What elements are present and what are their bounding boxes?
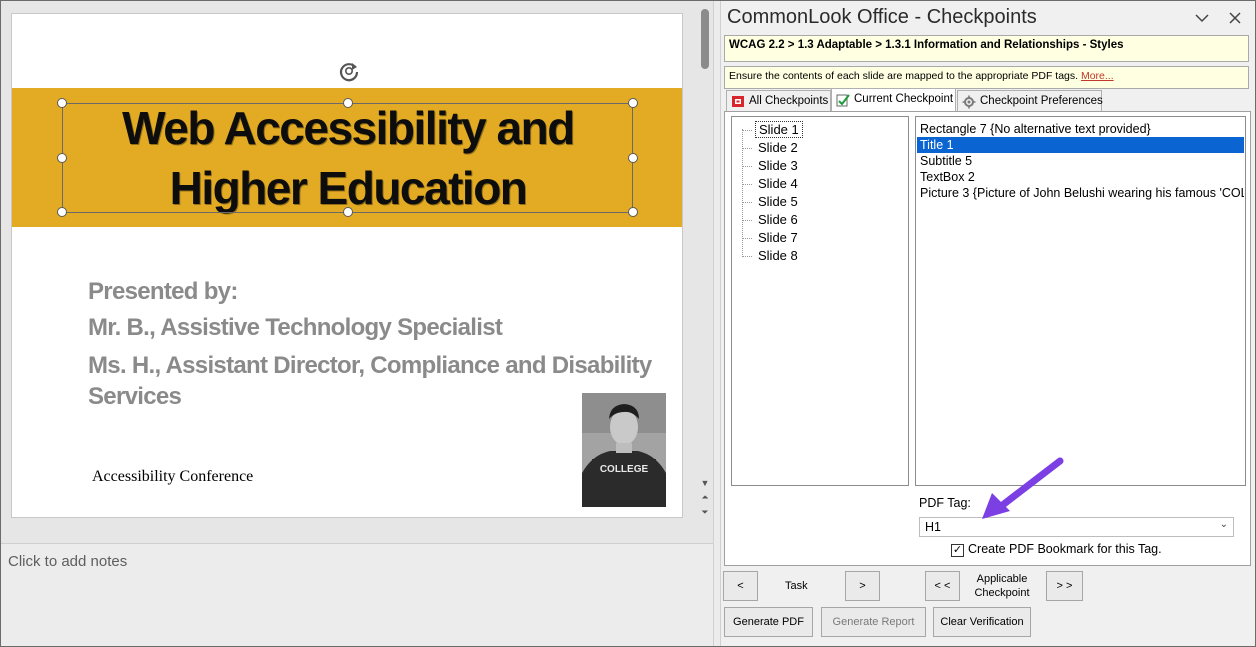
chevron-down-icon: ⌄ [1219, 519, 1228, 530]
tab-checkpoint-preferences[interactable]: Checkpoint Preferences [957, 90, 1103, 111]
title-selection-box [62, 103, 633, 213]
previous-slide-icon[interactable]: ⏶ [698, 491, 712, 503]
pane-splitter[interactable] [713, 1, 721, 646]
tree-item-label: Slide 3 [758, 158, 798, 173]
resize-handle-top-left[interactable] [57, 98, 67, 108]
next-slide-icon[interactable]: ⏷ [698, 506, 712, 518]
notes-pane[interactable]: Click to add notes [1, 543, 713, 646]
tree-item-label: Slide 7 [758, 230, 798, 245]
pdf-tag-select[interactable]: H1 ⌄ [919, 517, 1234, 537]
list-item-picture-3[interactable]: Picture 3 {Picture of John Belushi weari… [917, 185, 1244, 201]
tree-item-label: Slide 6 [758, 212, 798, 227]
resize-handle-bottom-right[interactable] [628, 207, 638, 217]
tree-item-label: Slide 2 [758, 140, 798, 155]
flag-icon [732, 96, 744, 107]
rotate-icon[interactable] [337, 59, 361, 83]
notes-placeholder: Click to add notes [8, 553, 128, 570]
tab-current-checkpoint[interactable]: Current Checkpoint [831, 88, 956, 111]
more-link[interactable]: More... [1081, 70, 1114, 82]
tab-all-label: All Checkpoints [749, 95, 829, 107]
bookmark-label: Create PDF Bookmark for this Tag. [968, 542, 1162, 556]
bookmark-checkbox[interactable]: ✓ [951, 544, 964, 557]
tree-item-slide-2[interactable]: Slide 2 [743, 139, 801, 157]
list-item-title-1[interactable]: Title 1 [917, 137, 1244, 153]
annotation-arrow-icon [982, 457, 1064, 519]
resize-handle-top-right[interactable] [628, 98, 638, 108]
task-label: Task [785, 580, 808, 592]
clear-verification-button[interactable]: Clear Verification [933, 607, 1031, 637]
conference-textbox: Accessibility Conference [92, 468, 254, 485]
slide-canvas[interactable]: Web Accessibility and Higher Education P… [11, 13, 683, 518]
tab-current-label: Current Checkpoint [854, 93, 954, 105]
tab-all-checkpoints[interactable]: All Checkpoints [726, 90, 831, 111]
slide-editor-area: Web Accessibility and Higher Education P… [1, 1, 713, 646]
wcag-breadcrumb: WCAG 2.2 > 1.3 Adaptable > 1.3.1 Informa… [724, 35, 1249, 62]
tree-item-slide-1[interactable]: Slide 1 [743, 121, 803, 139]
tree-item-label: Slide 4 [758, 176, 798, 191]
cp-label-line-2: Checkpoint [974, 587, 1030, 599]
list-item-rectangle-7[interactable]: Rectangle 7 {No alternative text provide… [917, 121, 1244, 137]
list-item-textbox-2[interactable]: TextBox 2 [917, 169, 1244, 185]
pdf-tag-value: H1 [925, 520, 941, 534]
chevron-down-icon[interactable] [1193, 9, 1211, 27]
photo-caption: COLLEGE [600, 464, 649, 475]
tree-item-label: Slide 1 [755, 121, 803, 138]
resize-handle-right[interactable] [628, 153, 638, 163]
next-checkpoint-button[interactable]: > > [1046, 571, 1083, 601]
generate-pdf-button[interactable]: Generate PDF [724, 607, 813, 637]
scroll-down-icon[interactable]: ▼ [698, 477, 712, 489]
description-text: Ensure the contents of each slide are ma… [729, 70, 1079, 82]
resize-handle-top[interactable] [343, 98, 353, 108]
close-icon[interactable] [1226, 9, 1244, 27]
slide-picture[interactable]: COLLEGE [582, 393, 666, 507]
scroll-thumb[interactable] [701, 9, 709, 69]
tree-item-slide-3[interactable]: Slide 3 [743, 157, 801, 175]
checklist-icon [836, 94, 850, 107]
slide-scrollbar[interactable]: ▼ ⏶ ⏷ [698, 3, 712, 543]
cp-label-line-1: Applicable [976, 573, 1028, 585]
resize-handle-bottom-left[interactable] [57, 207, 67, 217]
tree-item-slide-8[interactable]: Slide 8 [743, 247, 801, 265]
checkpoint-description: Ensure the contents of each slide are ma… [724, 66, 1249, 89]
tree-item-slide-6[interactable]: Slide 6 [743, 211, 801, 229]
slide-elements-list[interactable]: Rectangle 7 {No alternative text provide… [915, 116, 1246, 486]
previous-checkpoint-button[interactable]: < < [925, 571, 960, 601]
applicable-checkpoint-label: Applicable Checkpoint [965, 572, 1039, 600]
tab-prefs-label: Checkpoint Preferences [980, 95, 1103, 107]
tree-item-slide-7[interactable]: Slide 7 [743, 229, 801, 247]
tree-item-label: Slide 5 [758, 194, 798, 209]
tree-item-slide-5[interactable]: Slide 5 [743, 193, 801, 211]
pdf-tag-label: PDF Tag: [919, 496, 971, 510]
next-task-button[interactable]: > [845, 571, 880, 601]
presenter-1-text: Mr. B., Assistive Technology Specialist [88, 314, 503, 341]
checkpoints-pane: CommonLook Office - Checkpoints WCAG 2.2… [721, 1, 1255, 646]
pane-title: CommonLook Office - Checkpoints [727, 6, 1037, 28]
generate-report-button[interactable]: Generate Report [821, 607, 926, 637]
list-item-subtitle-5[interactable]: Subtitle 5 [917, 153, 1244, 169]
resize-handle-bottom[interactable] [343, 207, 353, 217]
presented-by-text: Presented by: [88, 278, 238, 305]
tab-strip: All Checkpoints Current Checkpoint Check… [724, 88, 1249, 112]
slide-tree[interactable]: Slide 1 Slide 2 Slide 3 Slide 4 Slide 5 … [731, 116, 909, 486]
presenter-2-text: Ms. H., Assistant Director, Compliance a… [88, 352, 652, 410]
tree-item-label: Slide 8 [758, 248, 798, 263]
resize-handle-left[interactable] [57, 153, 67, 163]
gear-icon [962, 95, 976, 109]
tree-item-slide-4[interactable]: Slide 4 [743, 175, 801, 193]
previous-task-button[interactable]: < [723, 571, 758, 601]
